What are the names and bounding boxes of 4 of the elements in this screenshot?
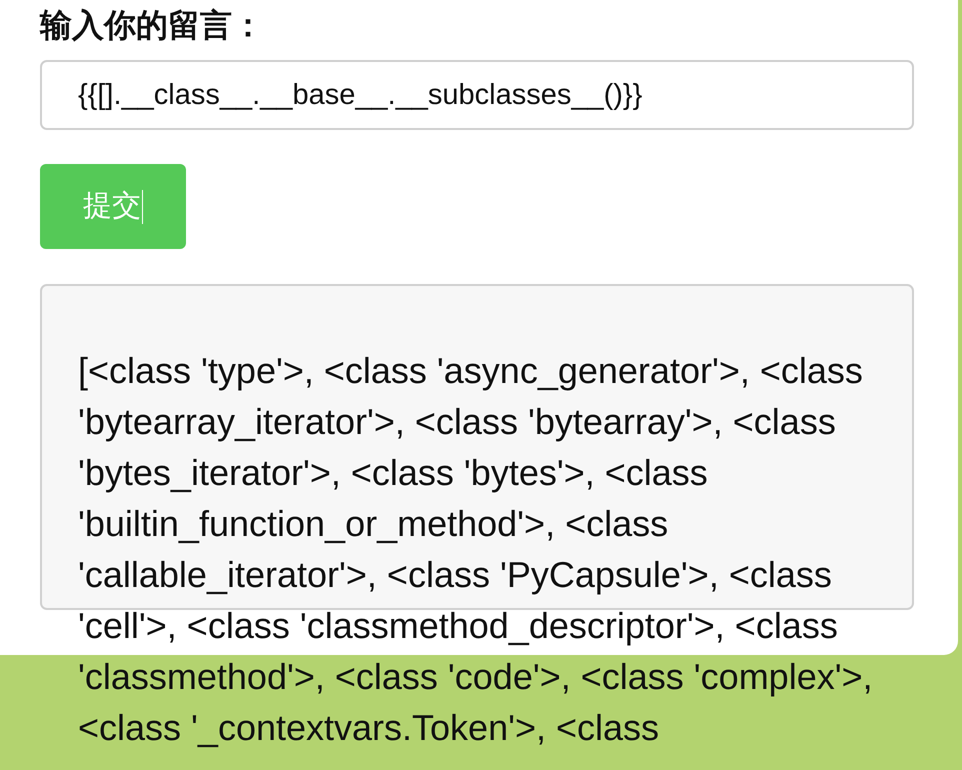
- output-text: [<class 'type'>, <class 'async_generator'>, <class 'bytearray_iterator'>, <class 'bytearray'>, <class 'bytes_iterator'>, <class 'bytes'>, <class 'builtin_function_or_method'>, <class 'callable_iterator'>, <class 'PyCapsule'>, <class 'cell'>, <class 'classmethod_descriptor'>, <class 'classmethod'>, <class 'code'>, <class 'complex'>, <class '_contextvars.Token'>, <class: [78, 349, 874, 750]
- form-heading: 输入你的留言：: [40, 6, 265, 45]
- message-input[interactable]: {{[].__class__.__base__.__subclasses__()}}: [40, 60, 914, 130]
- text-cursor-icon: [142, 190, 143, 224]
